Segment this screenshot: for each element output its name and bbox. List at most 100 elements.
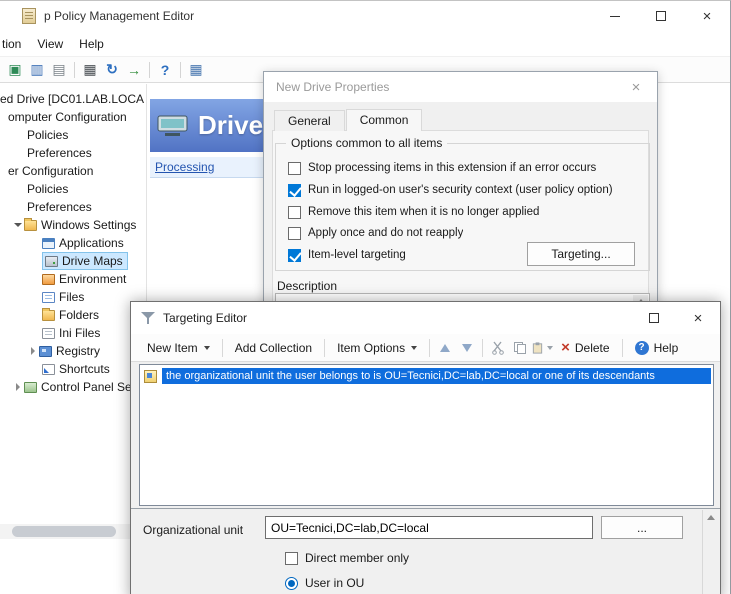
export-list-icon[interactable]: →	[123, 59, 145, 80]
move-down-button[interactable]	[456, 337, 478, 359]
sidebar-item-preferences-user[interactable]: Preferences	[0, 198, 146, 216]
close-button[interactable]: ×	[684, 1, 730, 31]
add-collection-button[interactable]: Add Collection	[227, 337, 320, 359]
run-in-user-context-checkbox[interactable]	[288, 184, 301, 197]
tree-label: Folders	[59, 308, 99, 322]
option-row: Item-level targeting	[288, 247, 488, 263]
targeting-item-selected[interactable]: the organizational unit the user belongs…	[142, 367, 711, 385]
toolbar-separator	[149, 62, 150, 78]
tree-horizontal-scrollbar[interactable]	[0, 524, 146, 539]
delete-button[interactable]: × Delete	[553, 337, 617, 359]
targeting-items-list[interactable]: the organizational unit the user belongs…	[139, 364, 714, 506]
refresh-icon[interactable]: ↻	[101, 59, 123, 80]
chevron-collapsed-icon[interactable]	[27, 347, 39, 355]
sidebar-item-user-configuration[interactable]: er Configuration	[0, 162, 146, 180]
group-policy-editor-window: p Policy Management Editor × tion View H…	[0, 0, 731, 594]
toolbar-separator	[482, 339, 483, 357]
targeting-editor-dialog: Targeting Editor × New Item Add Collecti…	[130, 301, 721, 594]
user-in-ou-radio[interactable]	[285, 577, 298, 590]
user-in-ou-row: User in OU	[285, 576, 364, 590]
sidebar-item-applications[interactable]: Applications	[0, 234, 146, 252]
tab-general[interactable]: General	[274, 110, 345, 131]
tree-label: Shortcuts	[59, 362, 110, 376]
registry-icon	[39, 346, 52, 357]
console-window-icon[interactable]: ▣	[4, 59, 26, 80]
item-options-label: Item Options	[337, 341, 405, 355]
user-in-ou-label: User in OU	[305, 576, 364, 590]
maximize-button[interactable]	[638, 1, 684, 31]
show-console-tree-icon[interactable]: ▥	[26, 59, 48, 80]
dialog-title: Targeting Editor	[163, 311, 247, 325]
sidebar-item-preferences[interactable]: Preferences	[0, 144, 146, 162]
sidebar-item-policies-user[interactable]: Policies	[0, 180, 146, 198]
remove-when-not-applied-checkbox[interactable]	[288, 206, 301, 219]
sidebar-item-ini-files[interactable]: Ini Files	[0, 324, 146, 342]
close-button[interactable]: ×	[615, 72, 657, 102]
paste-button[interactable]	[531, 337, 553, 359]
option-label: Apply once and do not reapply	[308, 227, 463, 239]
panel-vertical-scrollbar[interactable]	[702, 510, 718, 594]
sidebar-item-windows-settings[interactable]: Windows Settings	[0, 216, 146, 234]
tree-label: Windows Settings	[41, 218, 136, 232]
sidebar-item-shortcuts[interactable]: Shortcuts	[0, 360, 146, 378]
item-level-targeting-checkbox[interactable]	[288, 249, 301, 262]
sidebar-item-environment[interactable]: Environment	[0, 270, 146, 288]
windows-settings-folder-icon	[24, 220, 37, 231]
tree-label: er Configuration	[8, 164, 93, 178]
menu-action[interactable]: tion	[0, 37, 29, 51]
table-view-icon[interactable]: ▦	[185, 59, 207, 80]
tab-common[interactable]: Common	[346, 109, 423, 131]
clipboard-icon[interactable]: ▤	[48, 59, 70, 80]
minimize-button[interactable]	[592, 1, 638, 31]
chevron-expanded-icon[interactable]	[12, 223, 24, 227]
organizational-unit-input[interactable]	[265, 516, 593, 539]
scrollbar-thumb[interactable]	[12, 526, 116, 537]
option-label: Remove this item when it is no longer ap…	[308, 206, 539, 218]
delete-label: Delete	[575, 341, 610, 355]
arrow-up-icon	[440, 344, 450, 352]
tree-label: Applications	[59, 236, 124, 250]
folders-icon	[42, 310, 55, 321]
help-label: Help	[654, 341, 679, 355]
printer-icon[interactable]: ▦	[79, 59, 101, 80]
move-up-button[interactable]	[434, 337, 456, 359]
menu-view[interactable]: View	[29, 37, 71, 51]
direct-member-label: Direct member only	[305, 551, 409, 565]
item-options-button[interactable]: Item Options	[329, 337, 425, 359]
option-row: Stop processing items in this extension …	[288, 160, 641, 176]
sidebar-item-registry[interactable]: Registry	[0, 342, 146, 360]
browse-button[interactable]: ...	[601, 516, 683, 539]
window-controls: ×	[632, 302, 720, 334]
option-row: Remove this item when it is no longer ap…	[288, 204, 641, 220]
cut-button[interactable]	[487, 337, 509, 359]
sidebar-item-folders[interactable]: Folders	[0, 306, 146, 324]
sidebar-item-control-panel-settings[interactable]: Control Panel Sett	[0, 378, 146, 396]
ou-condition-icon	[144, 370, 157, 383]
arrow-down-icon	[462, 344, 472, 352]
maximize-button[interactable]	[632, 302, 676, 334]
chevron-collapsed-icon[interactable]	[12, 383, 24, 391]
sidebar-item-mapped-drive-root[interactable]: ed Drive [DC01.LAB.LOCA	[0, 90, 146, 108]
new-item-button[interactable]: New Item	[139, 337, 218, 359]
sidebar-item-policies[interactable]: Policies	[0, 126, 146, 144]
sidebar-item-files[interactable]: Files	[0, 288, 146, 306]
help-button[interactable]: ? Help	[627, 337, 687, 359]
stop-processing-checkbox[interactable]	[288, 162, 301, 175]
apply-once-checkbox[interactable]	[288, 227, 301, 240]
targeting-button[interactable]: Targeting...	[527, 242, 635, 266]
sidebar-item-drive-maps[interactable]: Drive Maps	[0, 252, 146, 270]
close-button[interactable]: ×	[676, 302, 720, 334]
filter-funnel-icon	[141, 311, 155, 325]
sidebar-item-computer-configuration[interactable]: omputer Configuration	[0, 108, 146, 126]
close-icon: ×	[632, 79, 641, 96]
menu-help[interactable]: Help	[71, 37, 112, 51]
direct-member-checkbox[interactable]	[285, 552, 298, 565]
tree-label: Control Panel Sett	[41, 380, 138, 394]
scissors-icon	[491, 341, 505, 355]
help-icon[interactable]: ?	[154, 59, 176, 80]
tree-label: Policies	[27, 182, 68, 196]
processing-link[interactable]: Processing	[155, 160, 214, 174]
toolbar-separator	[74, 62, 75, 78]
option-label: Stop processing items in this extension …	[308, 162, 596, 174]
copy-button[interactable]	[509, 337, 531, 359]
